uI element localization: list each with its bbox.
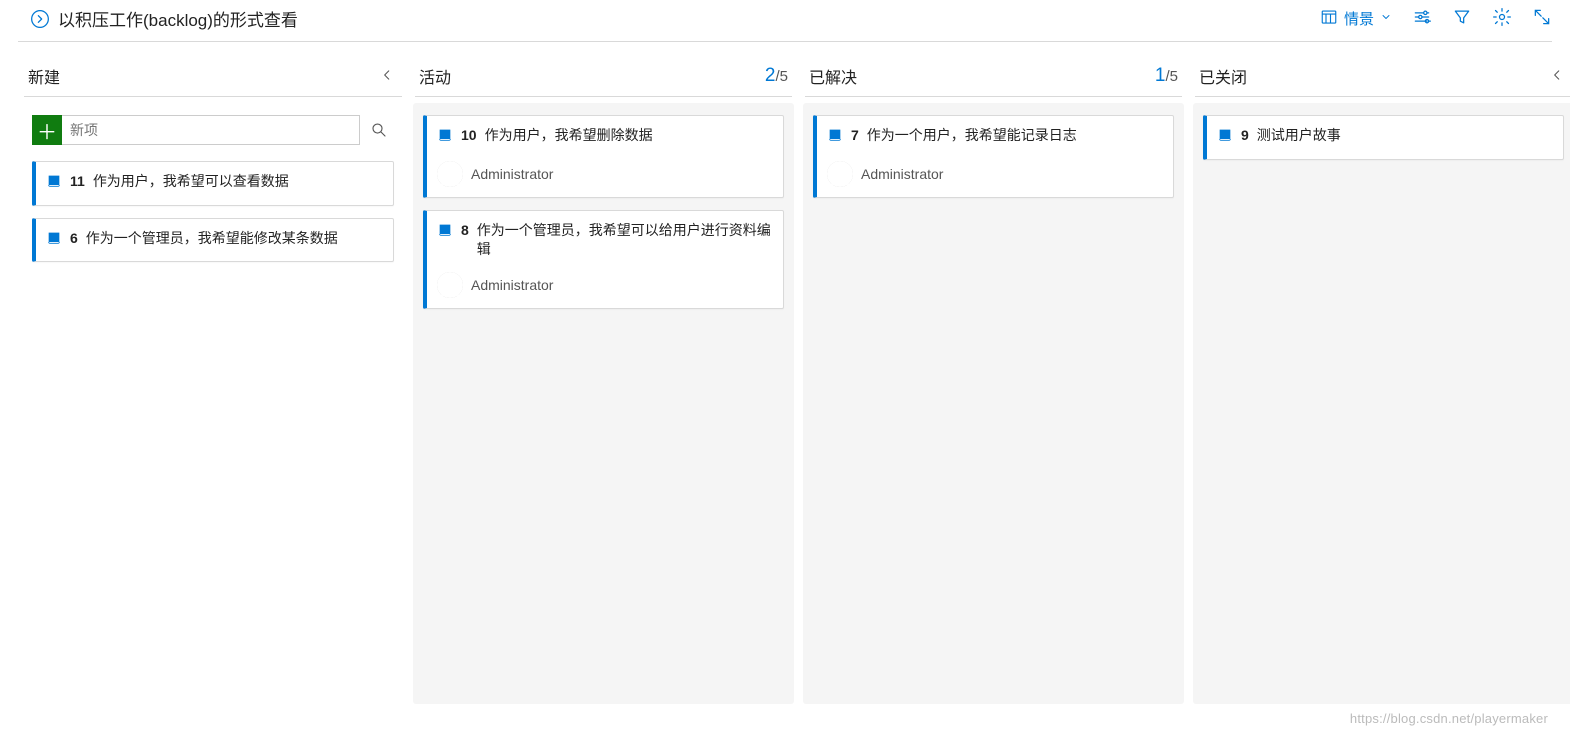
view-as-backlog-link[interactable]: 以积压工作(backlog)的形式查看 — [30, 6, 298, 31]
work-item-title: 作为一个管理员，我希望能修改某条数据 — [86, 229, 381, 249]
watermark-text: https://blog.csdn.net/playermaker — [1350, 711, 1548, 726]
work-item-card[interactable]: 10 作为用户，我希望删除数据 Administrator — [423, 115, 784, 198]
view-title: 以积压工作(backlog)的形式查看 — [58, 6, 298, 31]
work-item-card[interactable]: 11 作为用户，我希望可以查看数据 — [32, 161, 394, 206]
column-resolved: 已解决 1/5 7 作为一个用户，我希望能记录日志 Administrator — [798, 64, 1188, 704]
column-separator — [415, 96, 792, 97]
wip-current: 1 — [1155, 65, 1166, 86]
column-title: 新建 — [28, 64, 60, 88]
assignee-name: Administrator — [471, 277, 553, 293]
column-header-new: 新建 — [18, 64, 408, 96]
wip-count: 1/5 — [1155, 65, 1178, 87]
work-item-id: 7 — [851, 126, 859, 146]
user-story-icon — [437, 222, 453, 244]
search-button[interactable] — [364, 115, 394, 145]
column-separator — [805, 96, 1182, 97]
work-item-card[interactable]: 8 作为一个管理员，我希望可以给用户进行资料编辑 Administrator — [423, 210, 784, 309]
chevron-left-icon — [1550, 68, 1564, 82]
avatar-icon — [827, 161, 853, 187]
work-item-id: 9 — [1241, 126, 1249, 146]
avatar-icon — [437, 161, 463, 187]
user-story-icon — [437, 127, 453, 149]
arrow-right-circle-icon — [30, 9, 50, 29]
user-story-icon — [827, 127, 843, 149]
user-story-icon — [46, 173, 62, 195]
command-bar-actions: 情景 — [1320, 7, 1552, 31]
expand-icon — [1532, 7, 1552, 31]
scenario-dropdown[interactable]: 情景 — [1320, 8, 1392, 30]
view-options-button[interactable] — [1412, 7, 1432, 31]
user-story-icon — [1217, 127, 1233, 149]
column-closed: 已关闭 9 测试用户故事 — [1188, 64, 1570, 704]
work-item-id: 11 — [70, 172, 85, 192]
assignee-name: Administrator — [861, 166, 943, 182]
work-item-id: 10 — [461, 126, 477, 146]
gear-icon — [1492, 7, 1512, 31]
header-divider — [18, 41, 1552, 42]
collapse-column-button[interactable] — [376, 66, 398, 87]
work-item-card[interactable]: 7 作为一个用户，我希望能记录日志 Administrator — [813, 115, 1174, 198]
wip-limit: /5 — [775, 68, 788, 85]
new-item-input[interactable] — [62, 115, 360, 145]
work-item-title: 作为用户，我希望删除数据 — [485, 126, 771, 146]
column-separator — [1195, 96, 1570, 97]
chevron-down-icon — [1380, 11, 1392, 26]
work-item-title: 测试用户故事 — [1257, 126, 1551, 146]
add-item-button[interactable]: ＋ — [32, 115, 62, 145]
filter-icon — [1452, 7, 1472, 31]
column-title: 已关闭 — [1199, 64, 1247, 88]
work-item-title: 作为一个用户，我希望能记录日志 — [867, 126, 1161, 146]
sliders-icon — [1412, 7, 1432, 31]
column-title: 已解决 — [809, 64, 857, 88]
kanban-board: 新建 ＋ 11 作为用户，我希望可以查看数据 — [0, 64, 1570, 704]
new-item-row: ＋ — [32, 115, 394, 145]
board-icon — [1320, 8, 1338, 30]
assignee-row[interactable]: Administrator — [437, 161, 771, 187]
column-header-closed: 已关闭 — [1189, 64, 1570, 96]
search-icon — [370, 121, 388, 139]
assignee-row[interactable]: Administrator — [437, 272, 771, 298]
wip-count: 2/5 — [765, 65, 788, 87]
column-active: 活动 2/5 10 作为用户，我希望删除数据 Administrator — [408, 64, 798, 704]
work-item-id: 6 — [70, 229, 78, 249]
column-header-resolved: 已解决 1/5 — [799, 64, 1188, 96]
column-body-active: 10 作为用户，我希望删除数据 Administrator 8 作为一个管理员，… — [413, 103, 794, 704]
collapse-column-button[interactable] — [1546, 66, 1568, 87]
work-item-title: 作为用户，我希望可以查看数据 — [93, 172, 381, 192]
fullscreen-button[interactable] — [1532, 7, 1552, 31]
scenario-label: 情景 — [1344, 8, 1374, 29]
avatar-icon — [437, 272, 463, 298]
wip-limit: /5 — [1165, 68, 1178, 85]
user-story-icon — [46, 230, 62, 252]
work-item-card[interactable]: 9 测试用户故事 — [1203, 115, 1564, 160]
column-header-active: 活动 2/5 — [409, 64, 798, 96]
assignee-row[interactable]: Administrator — [827, 161, 1161, 187]
settings-button[interactable] — [1492, 7, 1512, 31]
column-body-closed: 9 测试用户故事 — [1193, 103, 1570, 704]
column-separator — [24, 96, 402, 97]
work-item-title: 作为一个管理员，我希望可以给用户进行资料编辑 — [477, 221, 771, 260]
wip-current: 2 — [765, 65, 776, 86]
column-title: 活动 — [419, 64, 451, 88]
column-body-resolved: 7 作为一个用户，我希望能记录日志 Administrator — [803, 103, 1184, 704]
work-item-card[interactable]: 6 作为一个管理员，我希望能修改某条数据 — [32, 218, 394, 263]
column-body-new: ＋ 11 作为用户，我希望可以查看数据 6 作为一个管理员，我希望能修改某条数据 — [22, 103, 404, 704]
command-bar: 以积压工作(backlog)的形式查看 情景 — [0, 0, 1570, 41]
chevron-left-icon — [380, 68, 394, 82]
assignee-name: Administrator — [471, 166, 553, 182]
work-item-id: 8 — [461, 221, 469, 241]
column-new: 新建 ＋ 11 作为用户，我希望可以查看数据 — [18, 64, 408, 704]
filter-button[interactable] — [1452, 7, 1472, 31]
